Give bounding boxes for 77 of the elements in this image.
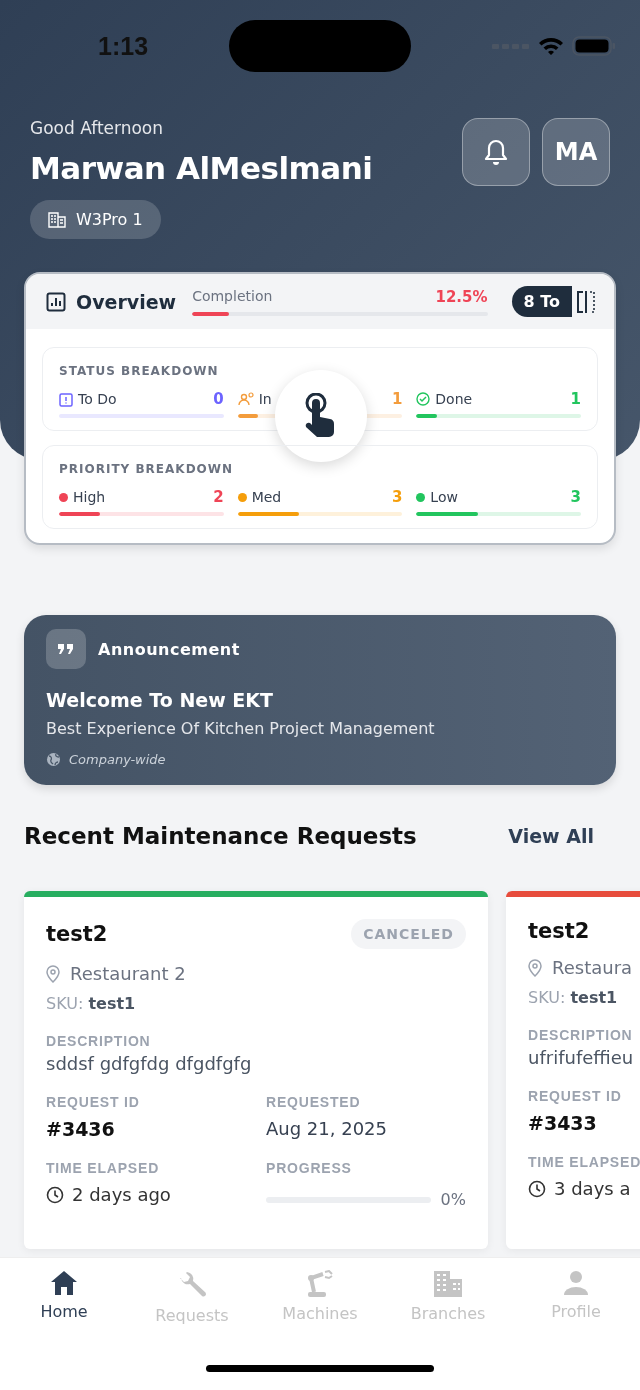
sku-text: SKU: test1	[528, 988, 619, 1007]
elapsed-text: 2 days ago	[72, 1184, 171, 1205]
completion-value: 12.5%	[435, 287, 488, 306]
field-label: DESCRIPTION	[528, 1027, 634, 1043]
request-name: test2	[528, 919, 590, 943]
view-all-link[interactable]: View All	[508, 825, 594, 847]
requested-date: Aug 21, 2025	[266, 1118, 389, 1139]
clipboard-alert-icon	[59, 391, 73, 407]
clock-icon	[46, 1185, 64, 1204]
completion-label: Completion	[192, 287, 273, 306]
description-text: sddsf gdfgfdg dfgdfgfg	[46, 1053, 253, 1074]
building-icon	[48, 211, 66, 228]
branch-chip[interactable]: W3Pro 1	[30, 200, 161, 239]
field-label: PROGRESS	[266, 1160, 353, 1176]
status-time: 1:13	[98, 31, 149, 61]
location-text: Restaura	[552, 957, 633, 978]
field-label: TIME ELAPSED	[528, 1154, 640, 1170]
quote-icon	[46, 629, 86, 669]
globe-icon	[46, 752, 61, 767]
robot-arm-icon	[306, 1270, 334, 1298]
status-badge: CANCELED	[351, 919, 466, 949]
chart-icon	[46, 291, 66, 312]
person-icon	[563, 1270, 589, 1296]
field-label: TIME ELAPSED	[46, 1160, 161, 1176]
location-text: Restaurant 2	[70, 963, 186, 984]
elapsed-text: 3 days a	[554, 1178, 631, 1199]
bell-icon	[483, 138, 509, 166]
worker-icon	[237, 392, 254, 406]
battery-icon	[572, 35, 616, 57]
total-pill: 8 To	[511, 286, 572, 317]
check-circle-icon	[416, 392, 431, 406]
request-id: #3433	[528, 1112, 598, 1134]
wifi-icon	[538, 36, 564, 56]
progress-value: 0%	[440, 1190, 466, 1209]
request-name: test2	[46, 922, 108, 946]
status-count: 0	[213, 390, 224, 408]
avatar-button[interactable]: MA	[542, 118, 610, 186]
panel-toggle-icon[interactable]	[576, 289, 596, 314]
branch-name: W3Pro 1	[76, 210, 143, 229]
location-pin-icon	[528, 958, 542, 977]
announcement-body: Best Experience Of Kitchen Project Management	[46, 719, 436, 738]
section-label: STATUS BREAKDOWN	[59, 364, 220, 378]
home-icon	[50, 1270, 78, 1296]
status-count: 1	[570, 390, 581, 408]
section-label: PRIORITY BREAKDOWN	[59, 462, 235, 476]
field-label: REQUESTED	[266, 1094, 362, 1110]
greeting-text: Good Afternoon	[30, 118, 165, 138]
status-label: To Do	[78, 391, 117, 407]
request-card[interactable]: test2 CANCELED Restaurant 2 SKU: test1 DESCRIPTION sddsf gdfgfdg dfgdfgfg REQUEST ID #3436 REQUESTED Aug 21, 2025 TIME ELAPSED 2 days ago PROGRESS 0%	[24, 891, 488, 1249]
scope-text: Company-wide	[69, 752, 166, 767]
priority-label: High	[73, 489, 106, 505]
announcement-label: Announcement	[98, 639, 240, 659]
field-label: DESCRIPTION	[46, 1033, 152, 1049]
status-count: 1	[391, 390, 403, 408]
sku-text: SKU: test1	[46, 994, 137, 1013]
priority-count: 2	[213, 488, 224, 506]
user-name: Marwan AlMeslmani	[30, 150, 373, 186]
building-icon	[433, 1270, 463, 1298]
status-label: In	[258, 391, 272, 407]
location-pin-icon	[46, 964, 60, 983]
field-label: REQUEST ID	[528, 1088, 623, 1104]
announcement-title: Welcome To New EKT	[46, 689, 275, 711]
priority-label: Low	[430, 489, 458, 505]
request-id: #3436	[46, 1118, 116, 1140]
overview-title: Overview	[76, 290, 177, 313]
field-label: REQUEST ID	[46, 1094, 141, 1110]
announcement-card[interactable]: Announcement Welcome To New EKT Best Experience Of Kitchen Project Management Company-wide	[24, 615, 616, 785]
priority-count: 3	[391, 488, 403, 506]
request-card[interactable]: test2 Restaura SKU: test1 DESCRIPTION ufrifufeffieu REQUEST ID #3433 TIME ELAPSED 3 days a	[506, 891, 640, 1249]
description-text: ufrifufeffieu	[528, 1047, 635, 1068]
clock-icon	[528, 1179, 546, 1198]
nav-tab[interactable]: Home	[0, 1270, 128, 1325]
priority-label: Med	[251, 489, 282, 505]
notifications-button[interactable]	[462, 118, 530, 186]
priority-count: 3	[570, 488, 581, 506]
section-title: Recent Maintenance Requests	[24, 823, 417, 849]
status-label: Done	[435, 391, 473, 407]
